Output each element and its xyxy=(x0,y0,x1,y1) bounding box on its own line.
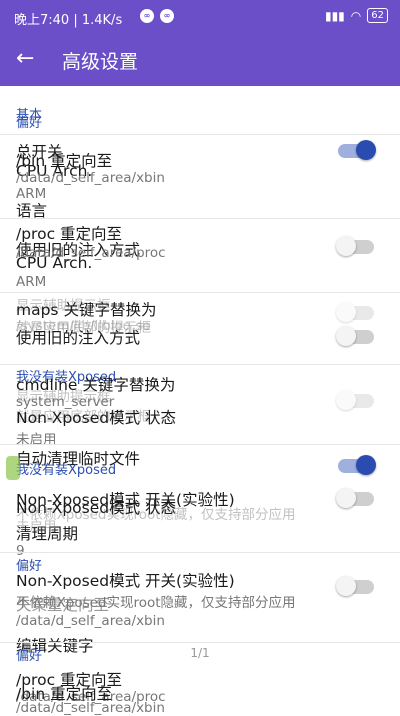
toggle-switch[interactable] xyxy=(336,302,374,322)
toggle-switch[interactable] xyxy=(338,455,376,475)
toggle-switch[interactable] xyxy=(336,326,374,346)
setting-value: 未启用 xyxy=(16,432,57,448)
setting-title[interactable]: Non-Xposed模式 开关(实验性) xyxy=(16,569,235,591)
toggle-switch[interactable] xyxy=(336,576,374,596)
toggle-switch[interactable] xyxy=(338,140,376,160)
setting-title[interactable]: /bin 重定向至 xyxy=(16,149,112,171)
setting-title[interactable]: /proc 重定向至 xyxy=(16,222,122,244)
setting-value: /data/d_self_area/xbin xyxy=(16,700,165,716)
divider xyxy=(0,292,400,293)
section-header: 我没有装Xposed xyxy=(16,463,117,478)
setting-value: 未启用 xyxy=(16,519,57,535)
setting-title[interactable]: Non-Xposed模式 状态 xyxy=(16,406,176,428)
setting-title[interactable]: CPU Arch. xyxy=(16,254,92,272)
settings-list-layer-b: 偏好 /bin 重定向至 /data/d_self_area/xbin /pro… xyxy=(0,0,400,716)
divider xyxy=(0,364,400,365)
setting-summary: 不依赖Xposed实现root隐藏，仅支持部分应用 xyxy=(16,595,296,611)
page-indicator: 1/1 xyxy=(190,646,210,660)
toggle-switch[interactable] xyxy=(336,488,374,508)
divider xyxy=(0,552,400,553)
divider xyxy=(0,642,400,643)
divider xyxy=(0,218,400,219)
setting-value: /system/lib/libloq.so xyxy=(16,318,151,334)
section-header: 偏好 xyxy=(16,116,43,131)
toggle-switch[interactable] xyxy=(336,236,374,256)
setting-title[interactable]: maps 关键字替换为 xyxy=(16,298,156,320)
divider xyxy=(0,134,400,135)
divider xyxy=(0,444,400,445)
setting-title[interactable]: cmdline 关键字替换为 xyxy=(16,373,175,395)
setting-value: /data/d_self_area/xbin xyxy=(16,170,165,186)
floating-hint-icon xyxy=(6,456,20,480)
setting-value: /data/d_self_area/xbin xyxy=(16,613,165,629)
toggle-switch[interactable] xyxy=(336,390,374,410)
